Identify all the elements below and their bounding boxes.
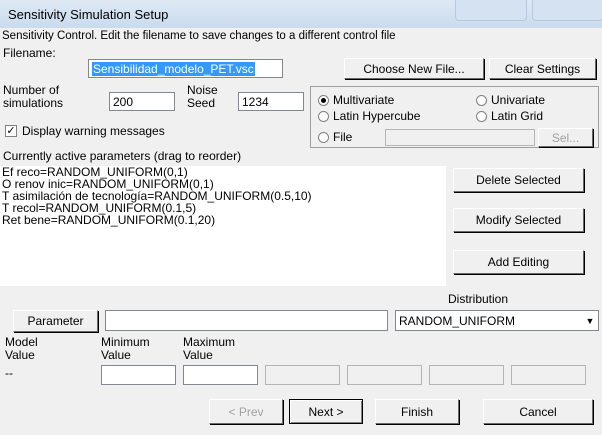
filename-label: Filename: <box>3 46 56 60</box>
file-radio[interactable] <box>318 132 329 143</box>
control-description: Sensitivity Control. Edit the filename t… <box>2 30 396 42</box>
univariate-radio[interactable] <box>476 95 487 106</box>
minimum-value-label-2: Value <box>101 348 131 362</box>
parameter-button[interactable]: Parameter <box>13 310 98 332</box>
minimum-value-input[interactable] <box>101 365 176 385</box>
background-window-decoration <box>455 0 527 21</box>
dialog-body: Sensitivity Control. Edit the filename t… <box>0 28 602 435</box>
add-editing-button[interactable]: Add Editing <box>453 250 584 274</box>
choose-new-file-button[interactable]: Choose New File... <box>344 58 484 79</box>
extra-value-input[interactable] <box>429 365 504 385</box>
multivariate-radio[interactable] <box>318 95 329 106</box>
active-parameters-header: Currently active parameters (drag to reo… <box>3 149 242 163</box>
chevron-down-icon[interactable]: ▼ <box>582 311 598 330</box>
distribution-select[interactable]: RANDOM_UNIFORM ▼ <box>395 310 599 331</box>
num-simulations-label-2: simulations <box>3 96 64 110</box>
multivariate-label: Multivariate <box>333 93 395 107</box>
prev-button[interactable]: < Prev <box>209 399 283 424</box>
clear-settings-button[interactable]: Clear Settings <box>489 58 596 79</box>
model-value: -- <box>5 366 13 380</box>
distribution-selected-value: RANDOM_UNIFORM <box>399 314 515 328</box>
parameters-list[interactable]: Ef reco=RANDOM_UNIFORM(0,1) O renov inic… <box>0 166 446 286</box>
noise-seed-input[interactable]: 1234 <box>238 92 304 111</box>
window-title: Sensitivity Simulation Setup <box>8 7 169 22</box>
maximum-value-label-2: Value <box>183 348 213 362</box>
latin-hypercube-label: Latin Hypercube <box>333 109 421 123</box>
latin-hypercube-radio[interactable] <box>318 111 329 122</box>
extra-value-input[interactable] <box>347 365 422 385</box>
display-warnings-checkbox[interactable]: ✓ <box>5 125 17 137</box>
noise-seed-label-2: Seed <box>187 96 216 110</box>
num-simulations-input[interactable]: 200 <box>109 92 175 111</box>
next-button[interactable]: Next > <box>289 399 363 424</box>
extra-value-input[interactable] <box>511 365 586 385</box>
maximum-value-input[interactable] <box>183 365 258 385</box>
display-warnings-label: Display warning messages <box>22 124 165 138</box>
extra-value-input[interactable] <box>265 365 340 385</box>
sel-button[interactable]: Sel... <box>538 128 593 147</box>
modify-selected-button[interactable]: Modify Selected <box>453 208 584 232</box>
model-value-label-2: Value <box>5 348 35 362</box>
finish-button[interactable]: Finish <box>375 399 459 424</box>
distribution-label: Distribution <box>448 292 509 306</box>
file-label: File <box>333 130 353 144</box>
latin-grid-label: Latin Grid <box>491 109 544 123</box>
method-file-input[interactable] <box>385 129 535 146</box>
background-window-decoration <box>532 0 602 21</box>
cancel-button[interactable]: Cancel <box>483 399 593 424</box>
univariate-label: Univariate <box>491 93 546 107</box>
delete-selected-button[interactable]: Delete Selected <box>453 168 584 192</box>
filename-value: Sensibilidad_modelo_PET.vsc <box>92 62 255 76</box>
parameter-input[interactable] <box>105 310 388 331</box>
filename-field[interactable]: Sensibilidad_modelo_PET.vsc <box>88 59 283 78</box>
title-bar: Sensitivity Simulation Setup <box>0 0 602 29</box>
latin-grid-radio[interactable] <box>476 111 487 122</box>
list-item[interactable]: Ret bene=RANDOM_UNIFORM(0.1,20) <box>0 214 446 226</box>
